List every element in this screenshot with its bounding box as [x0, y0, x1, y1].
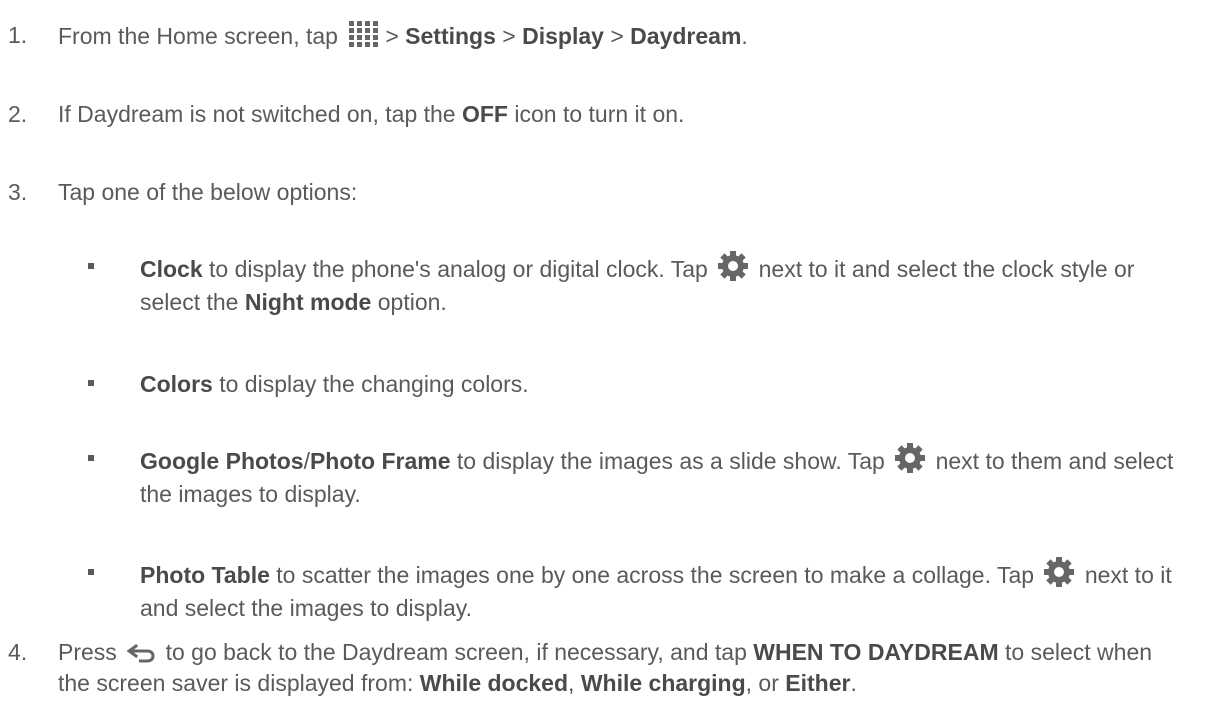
option-text: Google Photos/Photo Frame to display the… [140, 443, 1180, 511]
bullet-marker [88, 455, 94, 461]
instruction-page: 1. From the Home screen, tap > Settings … [0, 0, 1215, 727]
step-text-fragment: > [610, 23, 624, 49]
colors-label: Colors [140, 371, 213, 397]
step-text-fragment: icon to turn it on. [514, 101, 685, 127]
step-text: Press to go back to the Daydream screen,… [58, 637, 1188, 699]
step-text-fragment: > [385, 23, 399, 49]
settings-label: Settings [405, 23, 496, 49]
step-text-fragment: Press [58, 639, 117, 665]
while-charging-label: While charging [580, 670, 746, 696]
daydream-label: Daydream [630, 23, 742, 49]
gear-icon [895, 443, 926, 473]
option-text: Photo Table to scatter the images one by… [140, 557, 1180, 625]
step-text-fragment: . [850, 670, 857, 696]
step-text-fragment: Tap one of the below options: [58, 179, 358, 205]
bullet-marker [88, 380, 94, 386]
option-text-fragment: to display the images as a slide show. T… [456, 448, 885, 474]
google-photos-label: Google Photos [140, 448, 304, 474]
option-text-fragment: to scatter the images one by one across … [276, 562, 1035, 588]
option-text-fragment: to display the changing colors. [219, 371, 529, 397]
step-text: Tap one of the below options: [58, 177, 1188, 208]
step-number: 4. [8, 639, 28, 665]
step-text-fragment: , or [745, 670, 779, 696]
option-text-fragment: option. [377, 289, 447, 315]
bullet-marker [88, 569, 94, 575]
option-text: Clock to display the phone's analog or d… [140, 251, 1180, 319]
photo-table-label: Photo Table [140, 562, 270, 588]
step-text-fragment: . [741, 23, 748, 49]
step-number: 2. [8, 101, 28, 127]
step-text: If Daydream is not switched on, tap the … [58, 99, 1188, 130]
gear-icon [718, 251, 749, 281]
night-mode-label: Night mode [244, 289, 372, 315]
option-text: Colors to display the changing colors. [140, 368, 1180, 401]
step-number: 1. [8, 22, 28, 48]
clock-label: Clock [140, 256, 203, 282]
step-text-fragment: From the Home screen, tap [58, 23, 338, 49]
bullet-marker [88, 263, 94, 269]
apps-grid-icon [348, 20, 381, 48]
step-text-fragment: to go back to the Daydream screen, if ne… [165, 639, 747, 665]
back-arrow-icon [127, 644, 155, 664]
step-text: From the Home screen, tap > Settings > D… [58, 20, 1188, 52]
either-label: Either [785, 670, 851, 696]
off-label: OFF [461, 101, 508, 127]
photo-frame-label: Photo Frame [309, 448, 451, 474]
while-docked-label: While docked [419, 670, 569, 696]
step-text-fragment: , [568, 670, 575, 696]
step-number: 3. [8, 179, 28, 205]
when-to-daydream-label: WHEN TO DAYDREAM [753, 639, 999, 665]
option-text-fragment: to display the phone's analog or digital… [209, 256, 708, 282]
display-label: Display [522, 23, 604, 49]
gear-icon [1044, 557, 1075, 587]
step-text-fragment: If Daydream is not switched on, tap the [58, 101, 456, 127]
step-text-fragment: > [502, 23, 516, 49]
